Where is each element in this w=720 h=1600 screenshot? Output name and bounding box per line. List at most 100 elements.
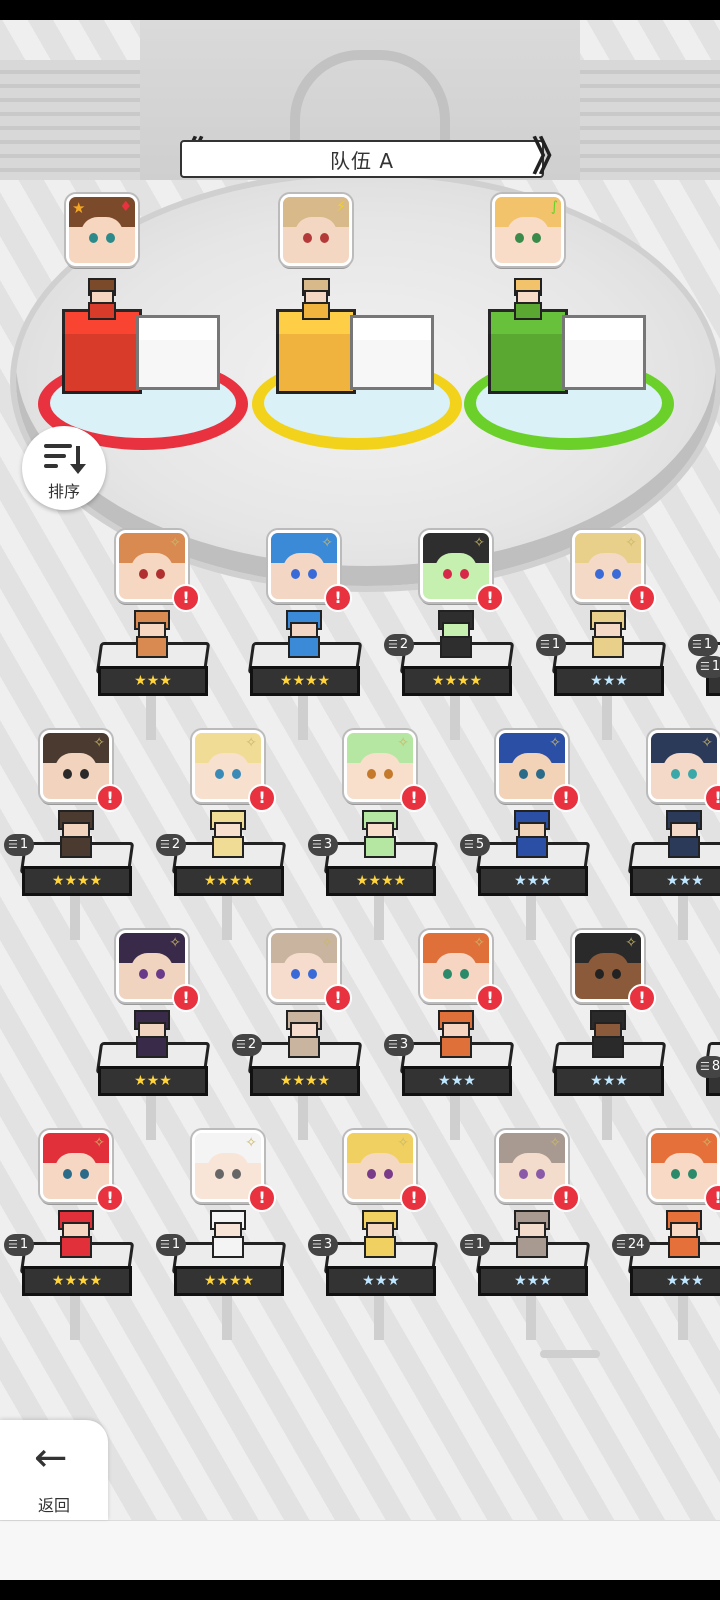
character-pedestal[interactable]: ★★★ ☰ 3 [384, 1008, 516, 1140]
sparkle-icon: ✧ [169, 535, 181, 551]
duplicate-count-badge: ☰ 1 [536, 634, 567, 656]
duplicate-count: 1 [19, 1237, 29, 1252]
character-sprite [278, 1008, 326, 1058]
character-sprite [582, 608, 630, 658]
empty-cube [136, 315, 220, 390]
character-sprite [658, 808, 706, 858]
character-sprite [50, 808, 98, 858]
duplicate-count: 24 [627, 1237, 645, 1252]
sparkle-icon: ✧ [321, 935, 333, 951]
character-sprite [202, 808, 250, 858]
slot-character-sprite [296, 278, 332, 320]
character-pedestal[interactable]: ★★★★ ☰ 2 [156, 808, 288, 940]
star-rating: ★★★★ [174, 1266, 284, 1296]
star-rating: ★★★ [554, 666, 664, 696]
star-rating: ★★★ [478, 866, 588, 896]
character-sprite [126, 608, 174, 658]
duplicate-count: 3 [323, 837, 333, 852]
duplicate-count-badge: ☰ 1 [460, 1234, 491, 1256]
character-sprite [354, 808, 402, 858]
sparkle-icon: ✧ [549, 735, 561, 751]
star-rating: ★★★ [478, 1266, 588, 1296]
character-pedestal[interactable]: ★★★ ☰ 3 [308, 1208, 440, 1340]
character-sprite [126, 1008, 174, 1058]
edge-pedestal[interactable]: ☰ 1 [696, 630, 720, 750]
duplicate-count-badge: ☰ 3 [308, 834, 339, 856]
stack-icon: ☰ [160, 1238, 170, 1251]
team-slot-portrait[interactable]: ∫ [492, 194, 564, 266]
sparkle-icon: ✧ [473, 535, 485, 551]
duplicate-count: 1 [475, 1237, 485, 1252]
star-rating: ★★★ [98, 666, 208, 696]
star-rating: ★★★ [554, 1066, 664, 1096]
star-rating: ★★★★ [22, 1266, 132, 1296]
navigation-bar [0, 1580, 720, 1600]
character-pedestal[interactable]: ★★★ [92, 1008, 212, 1140]
sparkle-icon: ✧ [473, 935, 485, 951]
scroll-indicator[interactable] [540, 1350, 600, 1358]
stack-icon: ☰ [312, 1238, 322, 1251]
game-screen: 《 队伍 A 》 ♦★⚡∫ ✧!★★★✧!★★★★✧!★★★★☰2✧!★★★☰1… [0, 0, 720, 1600]
lightning-element-icon: ⚡ [336, 199, 346, 215]
character-pedestal[interactable]: ★★★ ☰ 5 [460, 808, 592, 940]
character-pedestal[interactable]: ★★★ ☰ 24 [612, 1208, 720, 1340]
sparkle-icon: ✧ [93, 735, 105, 751]
character-pedestal[interactable]: ★★★ ☰1 [460, 1208, 592, 1340]
character-pedestal[interactable]: ★★★★ ☰ 2 [384, 608, 516, 740]
star-rating: ★★★ [98, 1066, 208, 1096]
leader-star-icon: ★ [72, 199, 86, 217]
star-rating: ★★★ [630, 866, 720, 896]
sparkle-icon: ✧ [397, 1135, 409, 1151]
stack-icon: ☰ [540, 638, 550, 651]
character-pedestal[interactable]: ★★★★ ☰ 1 [156, 1208, 288, 1340]
stack-icon: ☰ [700, 1060, 710, 1073]
empty-cube [350, 315, 434, 390]
stack-icon: ☰ [700, 660, 710, 673]
star-rating: ★★★★ [250, 666, 360, 696]
duplicate-count-badge: ☰ 3 [384, 1034, 415, 1056]
team-slot-stage[interactable] [252, 278, 472, 458]
duplicate-count-badge: ☰ 8 [696, 1056, 720, 1078]
character-sprite [506, 808, 554, 858]
fire-element-icon: ♦ [119, 199, 132, 215]
character-sprite [582, 1008, 630, 1058]
duplicate-count-badge: ☰ 1 [156, 1234, 187, 1256]
slot-block [276, 309, 356, 394]
duplicate-count: 1 [711, 659, 720, 674]
sparkle-icon: ✧ [245, 1135, 257, 1151]
character-pedestal[interactable]: ★★★ [548, 1008, 668, 1140]
duplicate-count-badge: ☰ 5 [460, 834, 491, 856]
team-slot-stage[interactable] [464, 278, 684, 458]
stack-icon: ☰ [388, 1038, 398, 1051]
team-slot-portrait[interactable]: ⚡ [280, 194, 352, 266]
character-pedestal[interactable]: ★★★★ ☰ 1 [4, 1208, 136, 1340]
duplicate-count: 2 [247, 1037, 257, 1052]
character-sprite [430, 608, 478, 658]
character-sprite [506, 1208, 554, 1258]
star-rating: ★★★ [402, 1066, 512, 1096]
stack-icon: ☰ [236, 1038, 246, 1051]
sort-label: 排序 [47, 482, 80, 501]
sparkle-icon: ✧ [245, 735, 257, 751]
team-banner: 《 队伍 A 》 [164, 136, 572, 180]
back-button[interactable]: ← 返回 [0, 1420, 108, 1520]
team-slot-portrait[interactable]: ♦ ★ [66, 194, 138, 266]
character-pedestal[interactable]: ★★★ [624, 808, 720, 940]
stack-icon: ☰ [388, 638, 398, 651]
character-sprite [430, 1008, 478, 1058]
sort-button[interactable]: 排序 [22, 426, 106, 510]
character-pedestal[interactable]: ★★★★ ☰ 3 [308, 808, 440, 940]
slot-character-sprite [508, 278, 544, 320]
edge-pedestal[interactable]: ☰ 8 [696, 1030, 720, 1150]
character-pedestal[interactable]: ★★★★ [244, 608, 364, 740]
character-pedestal[interactable]: ★★★ ☰1 [536, 608, 668, 740]
sparkle-icon: ✧ [93, 1135, 105, 1151]
sparkle-icon: ✧ [625, 935, 637, 951]
sort-icon [44, 444, 86, 474]
character-pedestal[interactable]: ★★★★ ☰ 1 [4, 808, 136, 940]
slot-block [488, 309, 568, 394]
character-pedestal[interactable]: ★★★ [92, 608, 212, 740]
duplicate-count-badge: ☰ 1 [696, 656, 720, 678]
character-pedestal[interactable]: ★★★★ ☰ 2 [232, 1008, 364, 1140]
next-team-chevron-icon[interactable]: 》 [532, 136, 572, 180]
